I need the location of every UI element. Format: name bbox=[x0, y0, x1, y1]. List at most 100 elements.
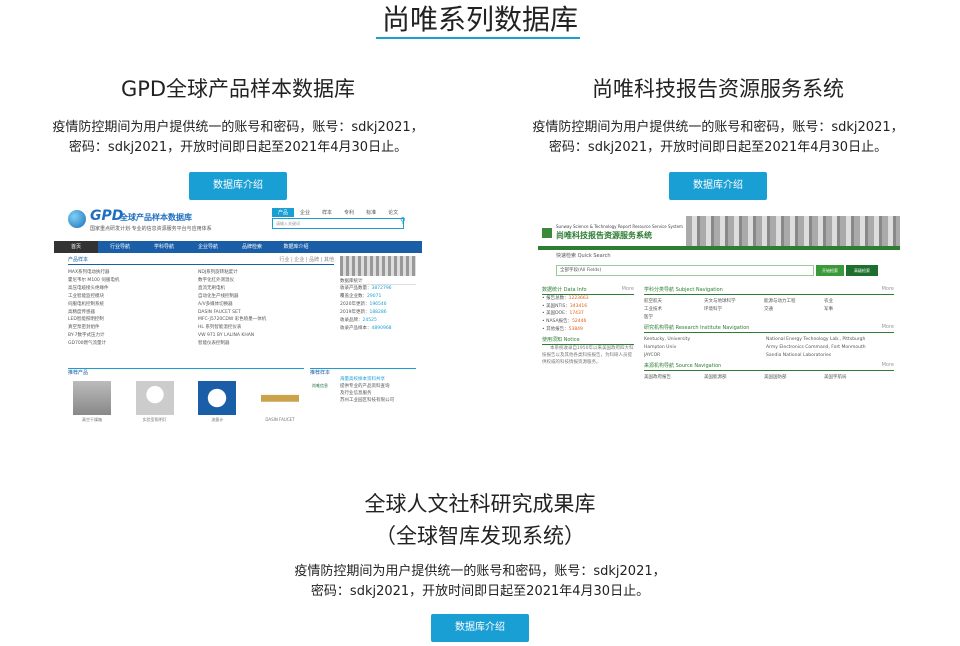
search-tab: 样本 bbox=[322, 210, 333, 216]
institute-item: JAYCOR bbox=[644, 353, 661, 358]
database-title: 尚唯科技报告资源服务系统 bbox=[592, 77, 844, 101]
product-card: 流量计 bbox=[193, 381, 241, 423]
stat-row: 2020年更新：196546 bbox=[340, 302, 387, 307]
subject-item: 军事 bbox=[824, 307, 833, 312]
nav-item: 学科导航 bbox=[153, 244, 174, 250]
product-card: DASIN FAUCET bbox=[256, 381, 304, 423]
list-column: MAX系列电动执行器 霍尼韦尔 M100 伺服电机 高压电缆接头绝缘件 工业智能… bbox=[68, 269, 198, 348]
section-head: 研究机构导航 Research Institute Navigation More bbox=[644, 324, 894, 333]
list-head-links: 行业 | 企业 | 品牌 | 其他 bbox=[279, 257, 334, 263]
list-head-title: 产品样本 bbox=[68, 257, 89, 263]
sw-banner-image bbox=[686, 216, 900, 246]
sunway-screenshot[interactable]: Sunway Science & Technology Report Resou… bbox=[538, 216, 900, 424]
subject-item: 航空航天 bbox=[644, 299, 662, 304]
subject-item: 农业 bbox=[824, 299, 833, 304]
source-item: 美国能源部 bbox=[704, 375, 727, 380]
desc-line: 疫情防控期间为用户提供统一的账号和密码，账号：sdkj2021， bbox=[294, 564, 666, 579]
list-item: HL 系列智能温控仪表 bbox=[198, 325, 242, 331]
page-title: 尚唯系列数据库 bbox=[381, 3, 578, 36]
nav-item: 数据库介绍 bbox=[283, 244, 309, 250]
list-item: BY-7数字式压力计 bbox=[68, 333, 105, 339]
list-item: 工业智能监控模块 bbox=[68, 293, 104, 299]
sw-search-tabs: 快速检索 Quick Search bbox=[556, 253, 611, 259]
subject-item: 天文与地球科学 bbox=[704, 299, 736, 304]
intro-button-gpd[interactable]: 数据库介绍 bbox=[189, 172, 287, 200]
sw-header: Sunway Science & Technology Report Resou… bbox=[538, 216, 900, 246]
ad-company: 苏州工业园区科技有限公司 bbox=[340, 398, 394, 403]
source-item: 美国政府报告 bbox=[644, 375, 671, 380]
source-item: 美国国防部 bbox=[764, 375, 787, 380]
intro-button-think-tank[interactable]: 数据库介绍 bbox=[431, 614, 529, 642]
search-tab: 企业 bbox=[300, 210, 311, 216]
gpd-search-box: 请输入关键词 bbox=[272, 218, 404, 229]
desc-line: 疫情防控期间为用户提供统一的账号和密码，账号：sdkj2021， bbox=[52, 120, 424, 135]
logo-icon bbox=[542, 228, 552, 238]
stats-caption: 数据库统计 bbox=[340, 278, 416, 285]
list-head: 产品样本 行业 | 企业 | 品牌 | 其他 bbox=[68, 256, 334, 265]
institute-item: Hampton Univ bbox=[644, 345, 677, 350]
institute-item: National Energy Technology Lab., Pittsbu… bbox=[766, 337, 866, 342]
gpd-subtitle: 全球产品样本数据库 bbox=[120, 213, 192, 222]
database-gpd: GPD全球产品样本数据库 疫情防控期间为用户提供统一的账号和密码，账号：sdkj… bbox=[40, 74, 436, 200]
list-item: LED智能照明控制 bbox=[68, 317, 104, 323]
list-item: MFC-J5720CDW 彩色喷墨一体机 bbox=[198, 317, 267, 323]
nav-item: 行业导航 bbox=[109, 244, 130, 250]
prod-head: 推荐产品 bbox=[68, 370, 89, 376]
title-line: 全球人文社科研究成果库 bbox=[364, 492, 596, 516]
nav-item: 企业导航 bbox=[197, 244, 218, 250]
sw-logo: 尚唯科技报告资源服务系统 bbox=[556, 231, 652, 240]
list-item: 自动化生产线控制器 bbox=[198, 293, 239, 299]
list-item: MAX系列电动执行器 bbox=[68, 270, 110, 275]
gpd-product-list: 产品样本 行业 | 企业 | 品牌 | 其他 MAX系列电动执行器 霍尼韦尔 M… bbox=[68, 256, 334, 366]
sw-logo-en: Sunway Science & Technology Report Resou… bbox=[556, 224, 683, 229]
title-underline bbox=[376, 37, 580, 39]
list-item: 霍尼韦尔 M100 伺服电机 bbox=[68, 277, 120, 283]
gpd-nav: 首页 行业导航 学科导航 企业导航 品牌检索 数据库介绍 bbox=[54, 241, 422, 253]
stat-row: • 其他报告：53849 bbox=[542, 326, 583, 332]
institute-item: Kentucky, University bbox=[644, 337, 691, 342]
section-head: 来源机构导航 Source Navigation More bbox=[644, 362, 894, 371]
list-item: GD700燃气流量计 bbox=[68, 341, 107, 347]
database-desc: 疫情防控期间为用户提供统一的账号和密码，账号：sdkj2021， 密码：sdkj… bbox=[520, 118, 916, 158]
stat-row: • 美国NTIS：343416 bbox=[542, 303, 588, 309]
intro-button-sunway[interactable]: 数据库介绍 bbox=[669, 172, 767, 200]
desc-line: 密码：sdkj2021，开放时间即日起至2021年4月30日止。 bbox=[68, 140, 408, 155]
database-sunway: 尚唯科技报告资源服务系统 疫情防控期间为用户提供统一的账号和密码，账号：sdkj… bbox=[520, 74, 916, 200]
ad-head: 推荐样本 bbox=[310, 370, 331, 376]
gpd-recommend-samples: 推荐样本 尚唯信息 海量高校样本资料共享 提供专业的产品资料查询 及行业信息服务… bbox=[310, 368, 416, 424]
section-head: 使用须知 Notice bbox=[542, 336, 634, 345]
notice-text: 本系统收录自1950年以来美国政府四大科技报告以及其他各类科技报告，为科研人员提… bbox=[542, 345, 634, 365]
stat-row: • NASA报告：52446 bbox=[542, 319, 587, 325]
subject-item: 环境科学 bbox=[704, 307, 722, 312]
gpd-recommend-products: 推荐产品 真空干燥箱 实验室照明灯 流量计 DASIN FAUCET bbox=[68, 368, 304, 424]
sw-search-box: 全部字段(All Fields) bbox=[556, 265, 814, 276]
stats-banner-image bbox=[340, 256, 416, 276]
section-head: 数据统计 Data Info More bbox=[542, 286, 634, 295]
stat-row: 收录产品数量：3872796 bbox=[340, 286, 392, 291]
desc-line: 密码：sdkj2021，开放时间即日起至2021年4月30日止。 bbox=[548, 140, 888, 155]
institute-item: Sandia National Laboratories bbox=[766, 353, 832, 358]
stat-row: 2019年更新：188286 bbox=[340, 310, 387, 315]
product-image bbox=[198, 381, 237, 415]
search-tab: 标准 bbox=[366, 210, 377, 216]
list-item: 真空泵密封组件 bbox=[68, 325, 100, 331]
ad-line: 及行业信息服务 bbox=[340, 391, 372, 396]
desc-line: 疫情防控期间为用户提供统一的账号和密码，账号：sdkj2021， bbox=[532, 120, 904, 135]
stat-row: 覆盖企业数：29071 bbox=[340, 294, 382, 299]
list-item: 伺服电机控制系统 bbox=[68, 301, 104, 307]
gpd-screenshot[interactable]: GPD 全球产品样本数据库 国家重点研发计划·专业的信息资源服务平台与应用体系 … bbox=[54, 204, 422, 424]
product-card: 真空干燥箱 bbox=[68, 381, 116, 423]
title-line: （全球智库发现系统） bbox=[375, 524, 585, 548]
gpd-search-tabs: 产品 企业 样本 专利 标准 论文 bbox=[272, 208, 404, 217]
list-item: A/V多媒体切换器 bbox=[198, 301, 233, 307]
database-desc: 疫情防控期间为用户提供统一的账号和密码，账号：sdkj2021， 密码：sdkj… bbox=[40, 118, 436, 158]
sw-nav-bar bbox=[538, 246, 900, 250]
sw-right-panel: 学科分类导航 Subject Navigation More 航空航天 天文与地球… bbox=[644, 284, 894, 424]
database-desc: 疫情防控期间为用户提供统一的账号和密码，账号：sdkj2021， 密码：sdkj… bbox=[280, 562, 680, 602]
institute-item: Army Electronics Command, Fort Monmouth bbox=[766, 345, 866, 350]
list-item: VW 971 BY LALINA KHAN bbox=[198, 333, 255, 339]
database-think-tank: 全球人文社科研究成果库 （全球智库发现系统） 疫情防控期间为用户提供统一的账号和… bbox=[280, 488, 680, 642]
subject-item: 交通 bbox=[764, 307, 773, 312]
gpd-logo: GPD bbox=[90, 208, 124, 224]
ad-title: 海量高校样本资料共享 bbox=[340, 377, 385, 382]
